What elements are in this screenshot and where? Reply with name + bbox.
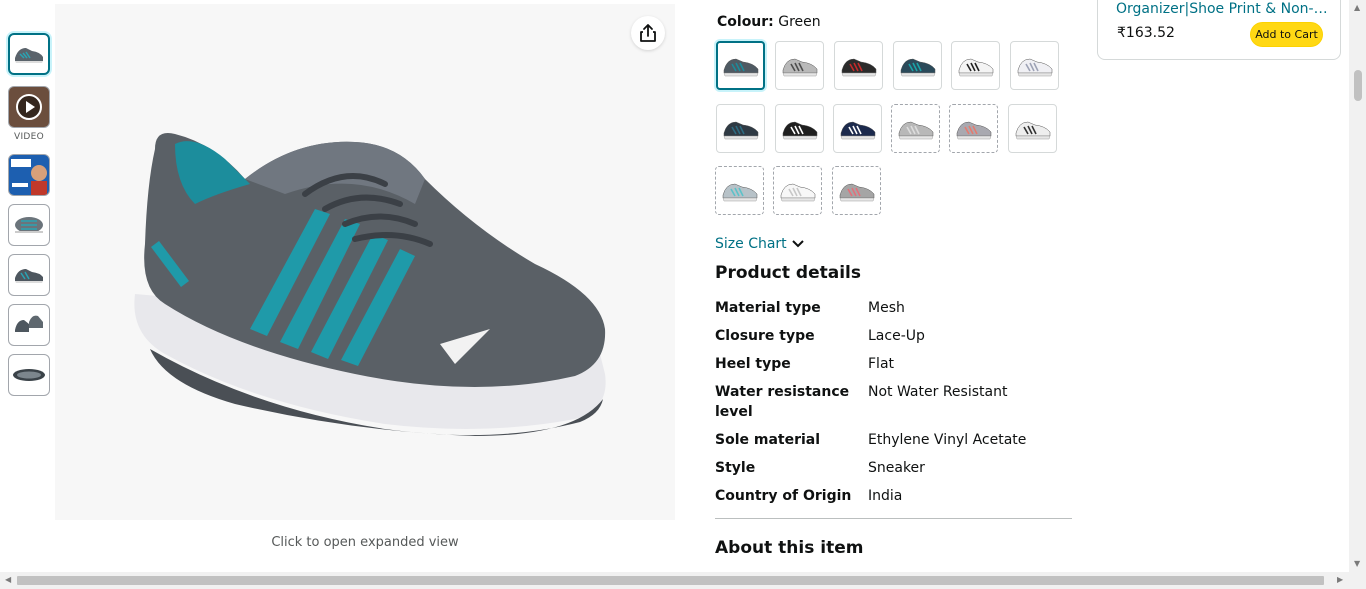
colour-swatch-black-red[interactable] <box>834 41 883 90</box>
product-page: VIDEO Click to open expanded view Colour… <box>0 0 1366 589</box>
expand-view-text[interactable]: Click to open expanded view <box>55 535 675 550</box>
detail-key: Water resistance level <box>715 384 850 420</box>
scroll-right-icon[interactable]: ▶ <box>1337 575 1343 584</box>
detail-row: Country of Origin India <box>715 486 1072 506</box>
vertical-scroll-thumb[interactable] <box>1354 70 1362 101</box>
sponsored-product-title[interactable]: Organizer|Shoe Print & Non-Slip <box>1116 1 1331 17</box>
colour-value: Green <box>778 14 821 30</box>
add-to-cart-button[interactable]: Add to Cart <box>1250 22 1323 47</box>
video-label: VIDEO <box>13 132 44 142</box>
shoe-icon <box>1017 58 1052 76</box>
shoe-icon <box>900 58 935 76</box>
detail-key: Heel type <box>715 356 791 372</box>
colour-swatch-teal-navy[interactable] <box>893 41 942 90</box>
horizontal-scroll-thumb[interactable] <box>17 576 1324 585</box>
size-chart-link[interactable]: Size Chart <box>715 236 804 252</box>
share-button[interactable] <box>631 16 665 50</box>
thumbnail-4[interactable] <box>8 204 50 246</box>
product-details-title: Product details <box>715 263 861 283</box>
sponsored-product-price: ₹163.52 <box>1117 25 1175 41</box>
shoe-icon <box>782 121 817 139</box>
colour-swatch-white-black-2[interactable] <box>1008 104 1057 153</box>
shoe-icon <box>722 183 757 201</box>
colour-swatch-grey-pink[interactable] <box>949 104 998 153</box>
colour-swatch-navy[interactable] <box>833 104 882 153</box>
colour-selector-label: Colour: Green <box>717 14 821 30</box>
shoe-icon <box>958 58 993 76</box>
thumbnail-3[interactable] <box>8 154 50 196</box>
shoe-icon <box>841 58 876 76</box>
thumbnail-1[interactable] <box>8 33 50 75</box>
shoe-icon <box>1015 121 1050 139</box>
detail-value: Not Water Resistant <box>868 384 1008 400</box>
scroll-down-icon[interactable]: ▼ <box>1354 559 1360 568</box>
detail-key: Sole material <box>715 432 821 448</box>
detail-key: Closure type <box>715 328 815 344</box>
about-item-title: About this item <box>715 538 864 558</box>
share-icon <box>640 24 656 42</box>
colour-swatch-white-silver[interactable] <box>773 166 822 215</box>
detail-value: Lace-Up <box>868 328 925 344</box>
colour-swatch-grey-teal[interactable] <box>716 41 765 90</box>
section-divider <box>715 518 1072 519</box>
thumbnail-5[interactable] <box>8 254 50 296</box>
product-details-table: Material type Mesh Closure type Lace-Up He… <box>715 298 1072 514</box>
colour-swatch-dark-blue[interactable] <box>716 104 765 153</box>
shoe-icon <box>956 121 991 139</box>
shoe-icon <box>782 58 817 76</box>
colour-swatch-white-black[interactable] <box>951 41 1000 90</box>
scroll-left-icon[interactable]: ◀ <box>5 575 11 584</box>
colour-swatch-grey-coral[interactable] <box>832 166 881 215</box>
detail-key: Material type <box>715 300 821 316</box>
shoe-icon <box>723 58 758 76</box>
vertical-scrollbar[interactable]: ▲ ▼ <box>1349 0 1366 572</box>
shoe-icon <box>780 183 815 201</box>
thumbnail-video[interactable] <box>8 86 50 128</box>
detail-row: Style Sneaker <box>715 458 1072 478</box>
colour-label: Colour: <box>717 14 774 30</box>
colour-swatch-white-grey[interactable] <box>1010 41 1059 90</box>
colour-swatch-light-grey[interactable] <box>891 104 940 153</box>
detail-key: Style <box>715 460 756 476</box>
detail-value: Sneaker <box>868 460 925 476</box>
detail-value: Mesh <box>868 300 905 316</box>
detail-value: Flat <box>868 356 895 372</box>
horizontal-scrollbar[interactable]: ◀ ▶ <box>0 572 1366 589</box>
shoe-icon <box>723 121 758 139</box>
detail-row: Closure type Lace-Up <box>715 326 1072 346</box>
colour-swatch-black-white[interactable] <box>775 104 824 153</box>
detail-row: Material type Mesh <box>715 298 1072 318</box>
colour-swatch-grey-aqua[interactable] <box>715 166 764 215</box>
shoe-icon <box>839 183 874 201</box>
shoe-image <box>134 133 606 436</box>
detail-value: India <box>868 488 903 504</box>
thumbnail-6[interactable] <box>8 304 50 346</box>
detail-value: Ethylene Vinyl Acetate <box>868 432 1027 448</box>
play-icon <box>16 94 42 120</box>
chevron-down-icon <box>791 240 804 248</box>
detail-row: Sole material Ethylene Vinyl Acetate <box>715 430 1072 450</box>
main-product-image[interactable] <box>55 4 675 520</box>
colour-swatch-grey-white[interactable] <box>775 41 824 90</box>
sponsored-product-card: Organizer|Shoe Print & Non-Slip ₹163.52 … <box>1097 0 1341 60</box>
detail-row: Water resistance level Not Water Resistan… <box>715 382 1072 422</box>
size-chart-label: Size Chart <box>715 236 787 252</box>
shoe-icon <box>898 121 933 139</box>
detail-row: Heel type Flat <box>715 354 1072 374</box>
detail-key: Country of Origin <box>715 488 852 504</box>
shoe-icon <box>840 121 875 139</box>
thumbnail-7[interactable] <box>8 354 50 396</box>
scroll-up-icon[interactable]: ▲ <box>1354 3 1360 12</box>
